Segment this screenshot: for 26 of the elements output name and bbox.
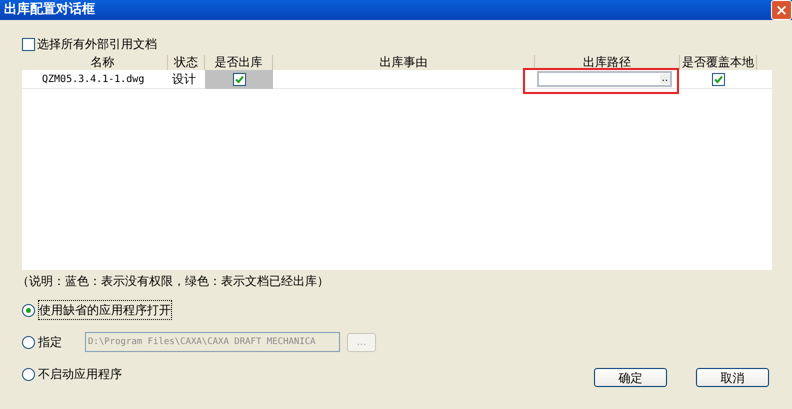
dialog-button[interactable]: 取消 (696, 368, 769, 387)
column-header[interactable]: 状态 (168, 55, 205, 70)
table-cell-text: 设计 (171, 71, 197, 88)
close-button[interactable]: × (771, 0, 792, 20)
dialog-button[interactable]: 确定 (594, 368, 667, 387)
table-cell-text: QZM05.3.4.1-1.dwg (41, 72, 146, 86)
browse-button[interactable]: .. (660, 74, 670, 84)
checkbox[interactable] (232, 72, 246, 86)
radio-label: 不启动应用程序 (38, 366, 122, 383)
checkbox[interactable] (22, 38, 35, 50)
radio-button[interactable] (22, 368, 35, 380)
checkbox[interactable] (712, 72, 725, 86)
column-header[interactable]: 出库事由 (273, 55, 535, 70)
note-text: （说明：蓝色：表示没有权限，绿色：表示文档已经出库） (17, 273, 330, 290)
column-header[interactable]: 是否覆盖本地 (680, 55, 757, 70)
window-title: 出库配置对话框 (4, 0, 95, 20)
radio-button[interactable] (22, 336, 35, 348)
column-header[interactable]: 名称 (38, 55, 168, 70)
path-field[interactable]: .. (537, 71, 672, 87)
checkbox-label: 选择所有外部引用文档 (37, 36, 157, 53)
checkmark-icon (234, 74, 244, 84)
checkmark-icon (714, 74, 723, 84)
column-header[interactable]: 出库路径 (535, 55, 680, 70)
radio-label: 指定 (38, 334, 62, 351)
radio-button[interactable] (22, 304, 35, 316)
radio-label: 使用缺省的应用程序打开 (38, 300, 172, 320)
